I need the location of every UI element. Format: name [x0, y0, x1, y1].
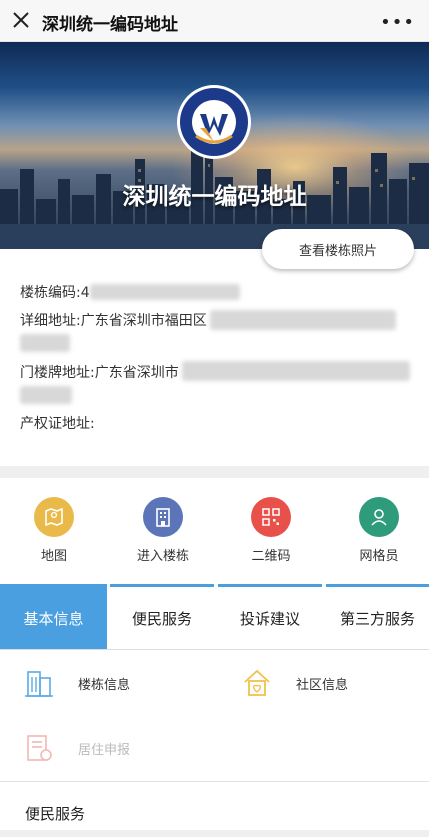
view-building-photo-button[interactable]: 查看楼栋照片 [262, 229, 414, 269]
emblem-logo-icon [177, 85, 251, 159]
building-info-item[interactable]: 楼栋信息 [22, 666, 130, 700]
building-info-label: 楼栋信息 [78, 677, 131, 693]
detail-address-value: 广东省深圳市福田区 [80, 313, 207, 329]
more-dots-icon[interactable]: ••• [380, 12, 415, 33]
list-divider [0, 781, 429, 782]
community-info-label: 社区信息 [296, 677, 349, 693]
redacted-detail-address [210, 310, 396, 330]
community-home-icon [244, 669, 270, 696]
property-address-label: 产权证地址: [20, 416, 95, 432]
quick-action-qrcode[interactable]: 二维码 [221, 497, 321, 564]
redacted-detail-address-line2 [20, 334, 70, 352]
redacted-door-address-line2 [20, 386, 72, 404]
tab-third-party-services[interactable]: 第三方服务 [326, 584, 429, 649]
building-code-value: 4 [80, 285, 90, 301]
quick-action-map[interactable]: 地图 [4, 497, 104, 564]
building-info-icon [25, 671, 53, 697]
tab-convenience-services[interactable]: 便民服务 [110, 584, 214, 649]
user-icon [359, 497, 399, 537]
quick-action-label: 二维码 [251, 549, 291, 564]
detail-address-label: 详细地址: [20, 313, 81, 329]
redacted-door-address [182, 361, 410, 381]
qrcode-icon [251, 497, 291, 537]
quick-action-grid-staff[interactable]: 网格员 [329, 497, 429, 564]
property-address-row: 产权证地址: [20, 413, 95, 433]
quick-actions: 地图 进入楼栋 二维码 网格员 [0, 484, 429, 582]
hero-title: 深圳统一编码地址 [122, 184, 307, 210]
quick-action-label: 进入楼栋 [136, 549, 189, 564]
building-code-row: 楼栋编码:4 [20, 282, 90, 302]
quick-action-label: 地图 [40, 549, 67, 564]
tab-complaints[interactable]: 投诉建议 [218, 584, 322, 649]
door-address-value: 广东省深圳市 [94, 365, 179, 381]
door-address-row: 门楼牌地址:广东省深圳市 [20, 362, 179, 382]
door-address-label: 门楼牌地址: [20, 365, 95, 381]
window-title: 深圳统一编码地址 [42, 15, 178, 35]
map-icon [34, 497, 74, 537]
quick-action-enter-building[interactable]: 进入楼栋 [113, 497, 213, 564]
title-bar: 深圳统一编码地址 ••• [0, 0, 429, 42]
hero-banner: 深圳统一编码地址 [0, 42, 429, 249]
community-info-item[interactable]: 社区信息 [240, 666, 348, 700]
tab-basic-info[interactable]: 基本信息 [0, 584, 107, 649]
residence-declaration-icon [27, 735, 52, 761]
detail-address-row: 详细地址:广东省深圳市福田区 [20, 310, 207, 330]
building-code-label: 楼栋编码: [20, 285, 81, 301]
quick-action-label: 网格员 [359, 549, 399, 564]
building-icon [143, 497, 183, 537]
redacted-building-code [90, 284, 240, 300]
section-divider [0, 466, 429, 478]
convenience-services-heading: 便民服务 [25, 805, 86, 823]
bottom-divider [0, 830, 429, 837]
category-tabs: 基本信息 便民服务 投诉建议 第三方服务 [0, 584, 429, 650]
residence-declaration-item[interactable]: 居住申报 [22, 731, 130, 765]
residence-declaration-label: 居住申报 [78, 742, 131, 758]
close-icon[interactable] [10, 9, 32, 31]
